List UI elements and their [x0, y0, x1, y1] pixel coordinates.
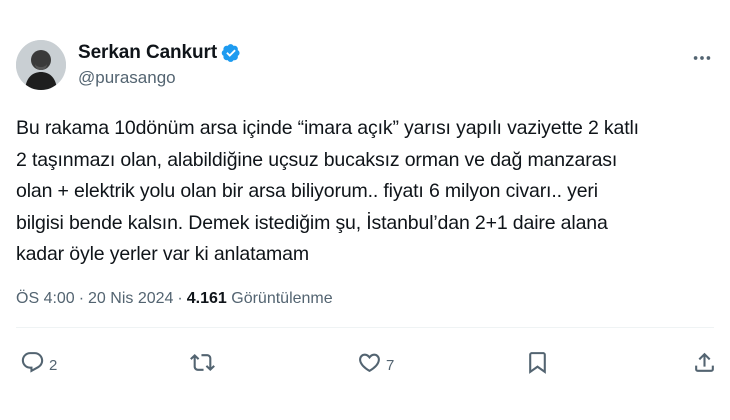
post-time[interactable]: ÖS 4:00 — [16, 290, 75, 307]
author-names: Serkan Cankurt @purasango — [78, 42, 241, 88]
reply-button[interactable]: 2 — [20, 345, 57, 385]
reply-icon — [20, 350, 45, 380]
avatar[interactable] — [16, 40, 66, 90]
tweet-text-line: Bu rakama 10dönüm arsa içinde “imara açı… — [16, 117, 639, 139]
retweet-button[interactable] — [190, 345, 219, 385]
retweet-icon — [190, 350, 215, 380]
handle[interactable]: @purasango — [78, 68, 241, 88]
bookmark-button[interactable] — [525, 345, 550, 385]
tweet-text: Bu rakama 10dönüm arsa içinde “imara açı… — [16, 113, 696, 271]
share-icon — [692, 350, 717, 380]
share-button[interactable] — [692, 345, 717, 385]
bookmark-icon — [525, 350, 550, 380]
reply-count: 2 — [49, 356, 58, 374]
verified-badge-icon[interactable] — [221, 43, 241, 63]
meta-separator: · — [78, 290, 85, 307]
meta-separator: · — [177, 290, 183, 307]
action-bar: 2 7 — [0, 345, 730, 385]
tweet-text-line: bilgisi bende kalsın. Demek istediğim şu… — [16, 211, 608, 234]
tweet-header: Serkan Cankurt @purasango — [16, 40, 714, 96]
views-count: 4.161 — [186, 290, 227, 307]
tweet-text-line: kadar öyle yerler var ki anlatamam — [16, 243, 309, 265]
display-name[interactable]: Serkan Cankurt — [78, 42, 217, 64]
divider — [16, 327, 714, 328]
tweet-text-line: 2 taşınmazı olan, alabildiğine uçsuz buc… — [16, 148, 618, 171]
tweet-meta: ÖS 4:00 · 20 Nis 2024 · 4.161 Görüntülenme — [16, 290, 333, 308]
like-icon — [357, 350, 382, 380]
like-button[interactable]: 7 — [357, 345, 394, 385]
tweet-text-line: olan + elektrik yolu olan bir arsa biliy… — [16, 180, 598, 202]
like-count: 7 — [386, 356, 395, 374]
name-row: Serkan Cankurt — [78, 42, 241, 64]
post-date[interactable]: 20 Nis 2024 — [88, 290, 173, 307]
tweet-card: Serkan Cankurt @purasango Bu rakama 10dö… — [0, 0, 730, 420]
more-icon[interactable] — [690, 46, 714, 70]
views-label: Görüntülenme — [231, 290, 333, 307]
